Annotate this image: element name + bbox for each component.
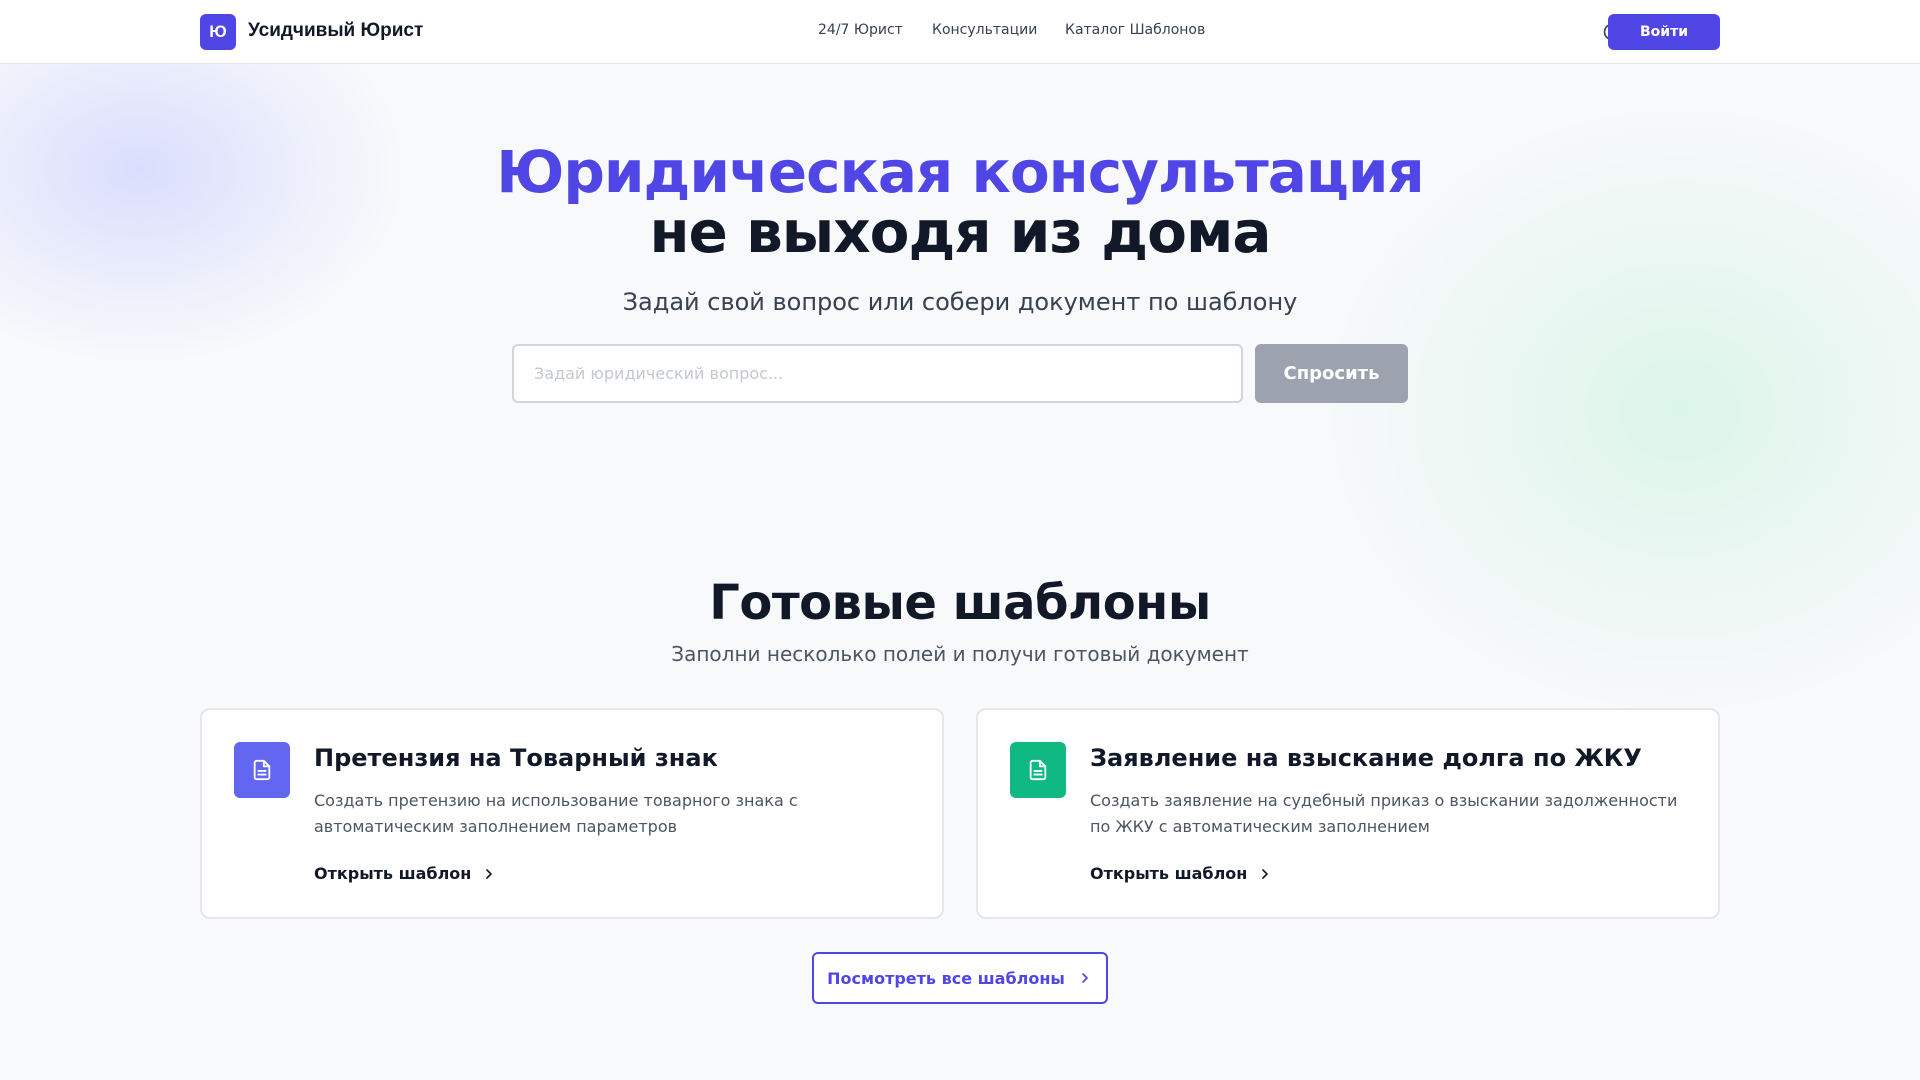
open-template-link[interactable]: Открыть шаблон: [1090, 864, 1273, 883]
nav-item-templates-catalog[interactable]: Каталог Шаблонов: [1065, 22, 1205, 38]
templates-title: Готовые шаблоны: [709, 575, 1211, 631]
card-title: Заявление на взыскание долга по ЖКУ: [1090, 744, 1642, 772]
hero-title-accent: Юридическая консультация: [496, 138, 1424, 206]
nav-item-consultations[interactable]: Консультации: [932, 22, 1037, 38]
card-description: Создать претензию на использование товар…: [314, 791, 798, 836]
hero-subtitle: Задай свой вопрос или собери документ по…: [622, 288, 1298, 316]
top-header: Ю Усидчивый Юрист 24/7 Юрист Консультаци…: [0, 0, 1920, 64]
ask-button[interactable]: Спросить: [1255, 344, 1408, 403]
view-all-templates-button[interactable]: Посмотреть все шаблоны: [812, 952, 1108, 1004]
template-card-trademark[interactable]: Претензия на Товарный знак Создать прете…: [200, 708, 944, 919]
card-description: Создать заявление на судебный приказ о в…: [1090, 791, 1678, 836]
page: Ю Усидчивый Юрист 24/7 Юрист Консультаци…: [0, 0, 1920, 1080]
question-input[interactable]: [512, 344, 1243, 403]
nav-item-lawyer-247[interactable]: 24/7 Юрист: [818, 22, 903, 38]
chevron-right-icon: [486, 868, 493, 879]
hero-title: Юридическая консультация не выходя из до…: [0, 142, 1920, 262]
chevron-right-icon: [1262, 868, 1269, 879]
open-template-label: Открыть шаблон: [314, 864, 472, 883]
document-icon: [234, 742, 290, 798]
view-all-templates-label: Посмотреть все шаблоны: [827, 968, 1065, 988]
document-icon: [1010, 742, 1066, 798]
template-card-housing-debt[interactable]: Заявление на взыскание долга по ЖКУ Созд…: [976, 708, 1720, 919]
card-title: Претензия на Товарный знак: [314, 744, 718, 772]
templates-subtitle: Заполни несколько полей и получи готовый…: [671, 642, 1249, 666]
hero-title-dark: не выходя из дома: [649, 198, 1271, 266]
open-template-label: Открыть шаблон: [1090, 864, 1248, 883]
chevron-right-icon: [1082, 973, 1088, 983]
open-template-link[interactable]: Открыть шаблон: [314, 864, 497, 883]
login-button[interactable]: Войти: [1608, 14, 1720, 50]
